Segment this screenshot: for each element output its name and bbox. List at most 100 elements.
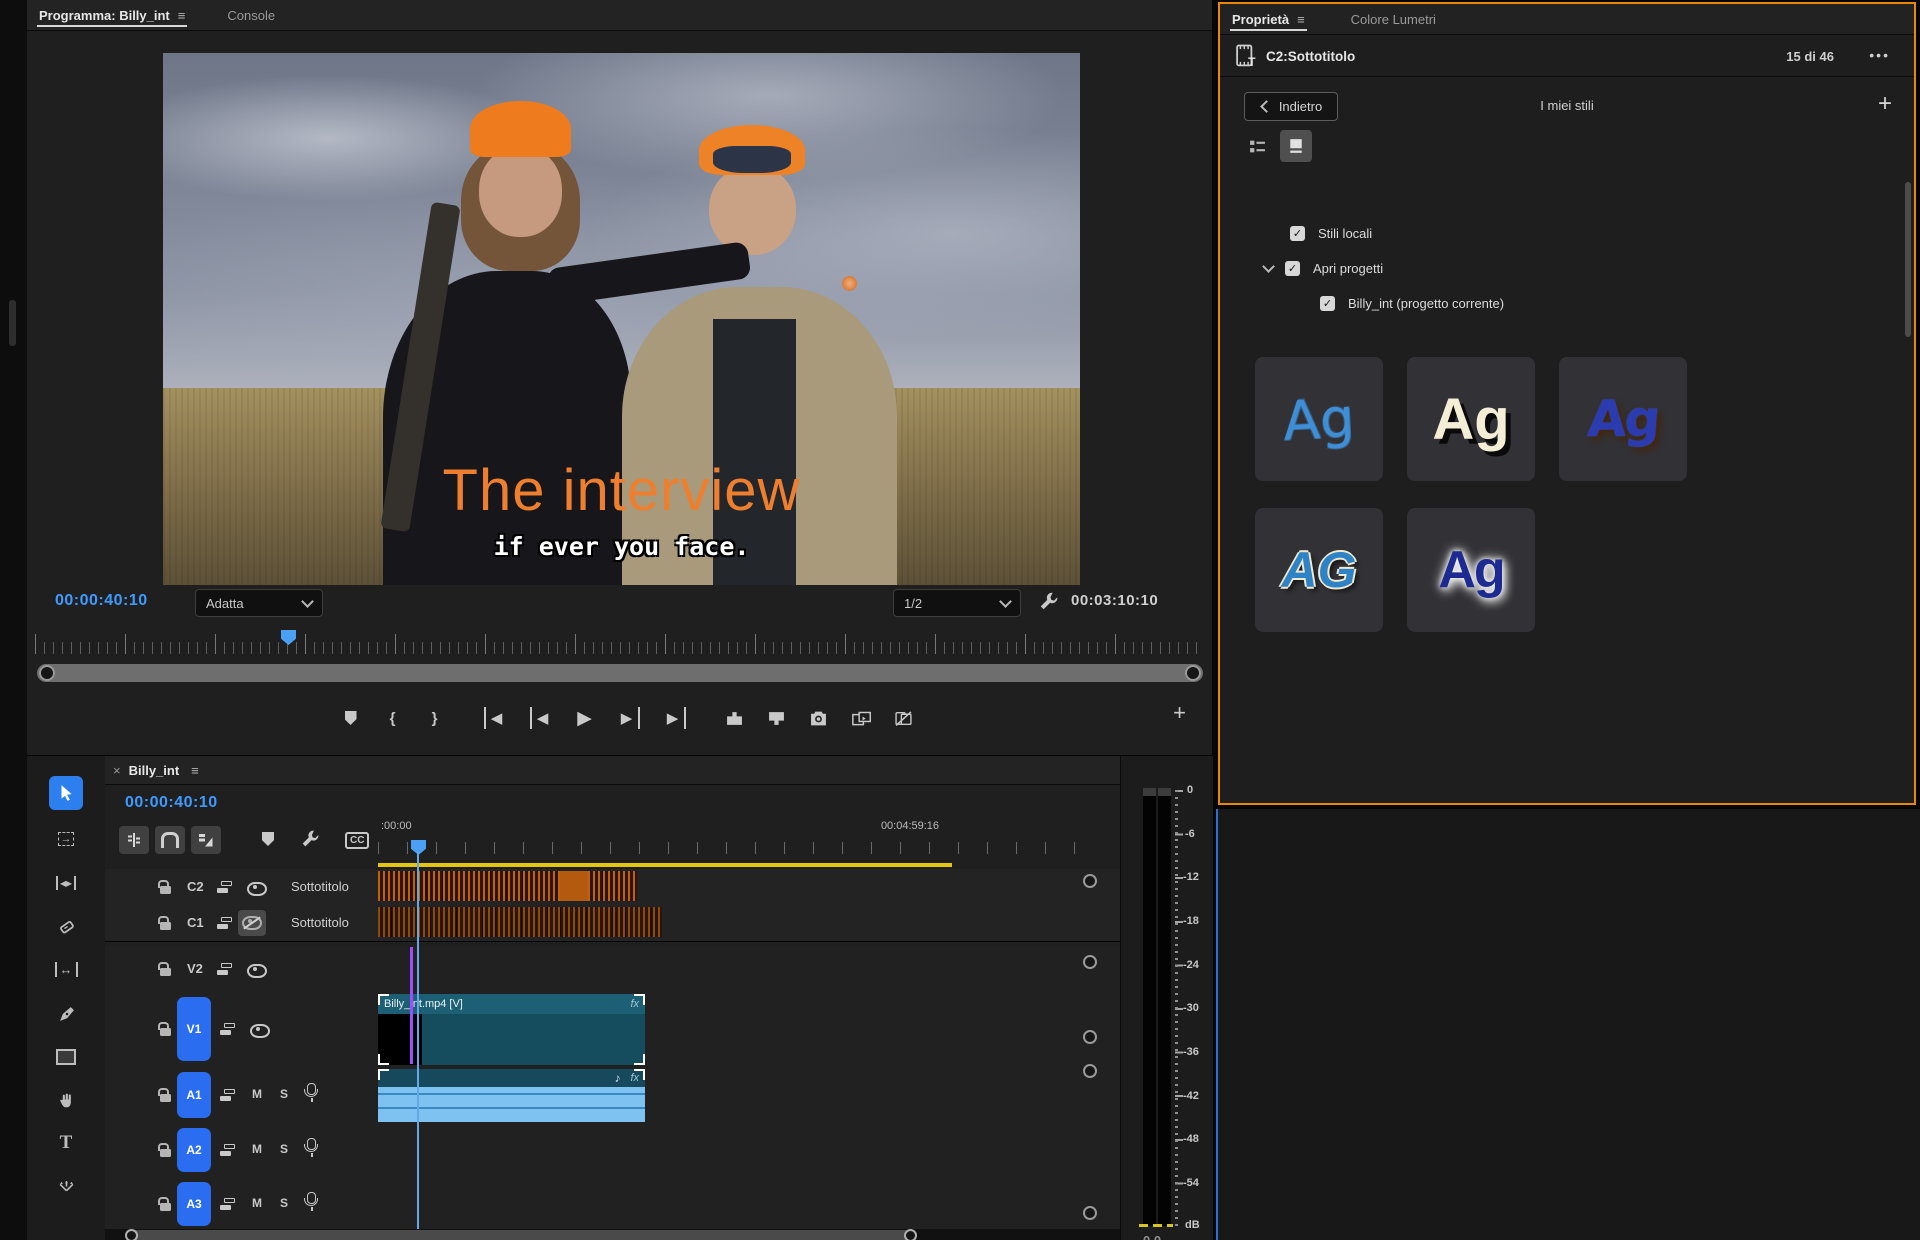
lock-icon[interactable] bbox=[158, 962, 171, 976]
fit-select[interactable]: Adatta bbox=[195, 589, 323, 617]
checkbox-checked[interactable]: ✓ bbox=[1285, 260, 1300, 276]
lock-icon[interactable] bbox=[158, 1197, 171, 1211]
comparison-view-button[interactable] bbox=[851, 707, 871, 729]
go-to-out-button[interactable]: ▶ bbox=[664, 707, 686, 729]
solo-button[interactable]: S bbox=[280, 1196, 288, 1210]
track-target-icon[interactable] bbox=[217, 963, 232, 975]
tab-properties[interactable]: Proprietà ≡ bbox=[1220, 4, 1317, 34]
timeline-settings-wrench-icon[interactable] bbox=[301, 829, 320, 851]
style-source-row-current-project[interactable]: ✓ Billy_int (progetto corrente) bbox=[1220, 288, 1900, 318]
track-a2[interactable]: A2 M S bbox=[105, 1123, 1120, 1178]
scrollbar-left-handle[interactable] bbox=[125, 1229, 138, 1240]
style-tile[interactable]: Ag bbox=[1559, 357, 1687, 481]
eye-icon[interactable] bbox=[247, 964, 267, 978]
mute-button[interactable]: M bbox=[252, 1196, 262, 1210]
dock-handle[interactable] bbox=[9, 300, 16, 346]
video-viewport[interactable]: The interview if ever you face. bbox=[163, 53, 1080, 585]
list-view-button[interactable] bbox=[1242, 132, 1272, 160]
checkbox-checked[interactable]: ✓ bbox=[1290, 225, 1305, 241]
program-ruler[interactable] bbox=[35, 630, 1203, 656]
program-playhead-marker[interactable] bbox=[281, 630, 296, 645]
overflow-menu-icon[interactable]: ••• bbox=[1869, 47, 1890, 63]
mic-icon[interactable] bbox=[304, 1192, 318, 1211]
razor-tool[interactable] bbox=[49, 910, 83, 944]
panel-scrollbar-thumb[interactable] bbox=[1905, 182, 1911, 337]
playback-resolution-select[interactable]: 1/2 bbox=[893, 589, 1021, 617]
linked-selection-button[interactable] bbox=[191, 826, 221, 854]
slip-tool[interactable]: ↔ bbox=[49, 952, 83, 986]
track-c1[interactable]: C1 Sottotitolo bbox=[105, 905, 1120, 942]
style-source-row-open-projects[interactable]: ✓ Apri progetti bbox=[1220, 253, 1900, 283]
style-tile[interactable]: AG bbox=[1255, 508, 1383, 632]
go-to-in-button[interactable]: ◀ bbox=[483, 707, 506, 729]
solo-button[interactable]: S bbox=[280, 1087, 288, 1101]
panel-menu-icon[interactable]: ≡ bbox=[1297, 12, 1305, 27]
track-a1[interactable]: A1 M S ♪ fx bbox=[105, 1067, 1120, 1124]
track-scroll-knob[interactable] bbox=[1083, 1030, 1097, 1044]
button-editor-button[interactable]: + bbox=[1173, 700, 1186, 726]
lock-icon[interactable] bbox=[158, 916, 171, 930]
track-target-icon[interactable] bbox=[220, 1089, 235, 1101]
track-target-icon[interactable] bbox=[217, 881, 232, 893]
captions-button[interactable]: CC bbox=[345, 832, 370, 849]
play-button[interactable]: ▶ bbox=[576, 707, 594, 729]
tab-console[interactable]: Console bbox=[215, 0, 287, 30]
close-icon[interactable]: × bbox=[105, 763, 129, 778]
track-c2[interactable]: C2 Sottotitolo bbox=[105, 869, 1120, 906]
step-back-button[interactable]: ◀ bbox=[529, 707, 552, 729]
style-tile[interactable]: Ag bbox=[1407, 508, 1535, 632]
tab-program[interactable]: Programma: Billy_int ≡ bbox=[27, 0, 197, 30]
timeline-ruler[interactable] bbox=[378, 838, 1102, 854]
source-patch-v1[interactable]: V1 bbox=[177, 997, 211, 1061]
track-target-icon[interactable] bbox=[220, 1198, 235, 1210]
track-target-icon[interactable] bbox=[220, 1023, 235, 1035]
monitor-settings-wrench-icon[interactable] bbox=[1039, 591, 1059, 614]
mic-icon[interactable] bbox=[304, 1083, 318, 1102]
mark-out-button[interactable]: } bbox=[426, 707, 444, 729]
lock-icon[interactable] bbox=[158, 1022, 171, 1036]
panel-menu-icon[interactable]: ≡ bbox=[179, 763, 211, 778]
track-target-icon[interactable] bbox=[217, 917, 232, 929]
tab-lumetri-color[interactable]: Colore Lumetri bbox=[1339, 4, 1448, 34]
timeline-current-timecode[interactable]: 00:00:40:10 bbox=[125, 794, 218, 812]
source-patch-a3[interactable]: A3 bbox=[177, 1182, 211, 1226]
eye-off-icon[interactable] bbox=[238, 910, 266, 936]
track-scroll-knob[interactable] bbox=[1083, 1064, 1097, 1078]
caption-clip-c1[interactable] bbox=[378, 907, 662, 937]
style-tile[interactable]: Ag bbox=[1255, 357, 1383, 481]
track-scroll-knob[interactable] bbox=[1083, 1206, 1097, 1220]
hand-tool[interactable] bbox=[49, 1083, 83, 1117]
add-style-button[interactable]: + bbox=[1878, 90, 1892, 118]
export-frame-button[interactable] bbox=[810, 707, 828, 729]
scrollbar-right-handle[interactable] bbox=[904, 1229, 917, 1240]
add-marker-button[interactable] bbox=[342, 707, 360, 729]
multicam-toggle-button[interactable] bbox=[895, 707, 913, 729]
mute-button[interactable]: M bbox=[252, 1142, 262, 1156]
eye-icon[interactable] bbox=[247, 882, 267, 896]
timeline-add-marker-button[interactable] bbox=[262, 832, 274, 846]
lock-icon[interactable] bbox=[158, 880, 171, 894]
style-tile[interactable]: Ag bbox=[1407, 357, 1535, 481]
source-patch-a2[interactable]: A2 bbox=[177, 1128, 211, 1172]
scrollbar-right-handle[interactable] bbox=[1185, 665, 1201, 681]
timeline-playhead-line[interactable] bbox=[417, 852, 419, 1232]
rectangle-tool[interactable] bbox=[49, 1040, 83, 1074]
step-forward-button[interactable]: ▶ bbox=[618, 707, 640, 729]
expander-chevron-icon[interactable] bbox=[1262, 260, 1275, 273]
nest-toggle-button[interactable] bbox=[119, 826, 149, 854]
solo-button[interactable]: S bbox=[280, 1142, 288, 1156]
style-source-row-local[interactable]: ✓ Stili locali bbox=[1220, 218, 1900, 248]
source-patch-a1[interactable]: A1 bbox=[177, 1072, 211, 1118]
program-zoom-scrollbar[interactable] bbox=[37, 664, 1203, 682]
mute-button[interactable]: M bbox=[252, 1087, 262, 1101]
type-tool[interactable]: T bbox=[49, 1126, 83, 1160]
track-v1[interactable]: V1 Billy_int.mp4 [V] fx bbox=[105, 991, 1120, 1068]
lift-button[interactable] bbox=[726, 707, 744, 729]
program-current-timecode[interactable]: 00:00:40:10 bbox=[55, 592, 148, 610]
mic-icon[interactable] bbox=[304, 1138, 318, 1157]
transform-tool[interactable] bbox=[49, 1170, 83, 1204]
panel-menu-icon[interactable]: ≡ bbox=[178, 8, 186, 23]
checkbox-checked[interactable]: ✓ bbox=[1320, 295, 1335, 311]
extract-button[interactable] bbox=[768, 707, 786, 729]
track-scroll-knob[interactable] bbox=[1083, 874, 1097, 888]
